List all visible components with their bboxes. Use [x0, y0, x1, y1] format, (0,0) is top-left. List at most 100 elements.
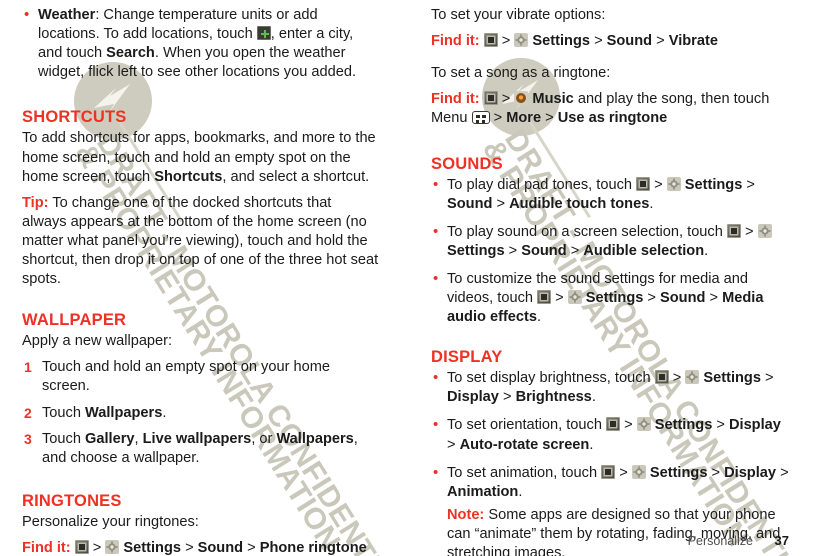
weather-bold-search: Search [106, 45, 155, 62]
path-item-display: Display [724, 464, 777, 481]
footer-section-label: Personalize [687, 534, 753, 548]
tip-text: To change one of the docked shortcuts th… [22, 194, 379, 288]
path-separator: > [711, 464, 721, 481]
bullet-end: . [704, 242, 709, 259]
launcher-icon [654, 370, 669, 385]
path-separator: > [570, 242, 580, 259]
path-separator: > [501, 33, 511, 50]
left-column: Weather: Change temperature units or add… [0, 5, 409, 556]
page-footer: Personalize 37 [0, 533, 818, 548]
list-item: Touch and hold an empty spot on your hom… [22, 358, 379, 396]
step-3-bold-wallpapers: Wallpapers [276, 430, 354, 447]
path-item-settings: Settings [585, 290, 644, 307]
path-item-sound: Sound [606, 33, 653, 50]
settings-gear-icon [666, 176, 681, 191]
tip-label: Tip: [22, 194, 49, 211]
bullet-text: To set orientation, touch [447, 417, 607, 434]
path-separator: > [746, 176, 755, 193]
path-separator: > [545, 110, 554, 127]
launcher-icon [636, 176, 651, 191]
list-item: To set display brightness, touch > Setti… [431, 368, 790, 407]
list-item: To set orientation, touch > Settings > D… [431, 415, 790, 454]
list-item: To play dial pad tones, touch > Settings… [431, 175, 790, 214]
heading-wallpaper: WALLPAPER [22, 311, 127, 330]
list-item: Touch Wallpapers. [22, 404, 379, 423]
launcher-icon [601, 464, 616, 479]
bullet-end: . [649, 195, 654, 212]
list-item: Touch Gallery, Live wallpapers, or Wallp… [22, 430, 379, 468]
launcher-icon [606, 417, 621, 432]
song-ringtone-find-it: Find it: > Music and play the song, then… [431, 90, 790, 128]
step-2-prefix: Touch [42, 404, 85, 421]
sounds-bullet-list: To play dial pad tones, touch > Settings… [431, 175, 790, 328]
heading-ringtones: RINGTONES [22, 491, 122, 510]
path-separator: > [594, 33, 603, 50]
add-plus-icon [256, 26, 271, 41]
settings-gear-icon [685, 370, 700, 385]
path-separator: > [654, 176, 663, 193]
display-bullet-list: To set display brightness, touch > Setti… [431, 368, 790, 556]
shortcuts-para-b: , and select a shortcut. [222, 168, 370, 185]
heading-sounds: SOUNDS [431, 154, 503, 173]
path-separator: > [656, 33, 665, 50]
path-separator: > [508, 242, 518, 259]
manual-page: DRAFT - MOTOROLA CONFIDENTIAL & PROPRIET… [0, 0, 818, 556]
path-separator: > [501, 91, 511, 108]
launcher-icon [726, 223, 741, 238]
music-icon [514, 91, 529, 106]
settings-gear-icon [631, 464, 646, 479]
path-item-display: Display [728, 417, 781, 434]
step-3-sep-b: , or [251, 430, 277, 447]
path-separator: > [672, 370, 682, 387]
page-columns: Weather: Change temperature units or add… [0, 0, 818, 556]
bullet-text: To play dial pad tones, touch [447, 176, 637, 193]
launcher-icon [537, 290, 552, 305]
bullet-text: To set display brightness, touch [447, 370, 655, 387]
wallpaper-intro: Apply a new wallpaper: [22, 333, 173, 350]
path-item-audible-touch-tones: Audible touch tones [509, 195, 650, 212]
find-it-label: Find it: [431, 91, 480, 108]
step-3-bold-live-wallpapers: Live wallpapers [142, 430, 252, 447]
step-2-bold: Wallpapers [85, 404, 163, 421]
settings-gear-icon [636, 417, 651, 432]
path-item-settings: Settings [684, 176, 743, 193]
shortcuts-tip: Tip: To change one of the docked shortcu… [22, 194, 379, 290]
path-item-animation: Animation [447, 483, 519, 500]
path-separator: > [496, 195, 505, 212]
song-ringtone-intro: To set a song as a ringtone: [431, 65, 611, 82]
path-item-brightness: Brightness [515, 389, 592, 406]
path-item-sound: Sound [660, 290, 706, 307]
ringtones-intro: Personalize your ringtones: [22, 513, 199, 530]
shortcuts-bold-shortcuts: Shortcuts [154, 168, 223, 185]
list-item: Weather: Change temperature units or add… [22, 5, 379, 82]
bullet-text: To play sound on a screen selection, tou… [447, 223, 727, 240]
settings-gear-icon [757, 223, 772, 238]
bullet-end: . [537, 309, 542, 326]
bullet-end: . [591, 389, 596, 406]
heading-shortcuts: SHORTCUTS [22, 108, 127, 127]
settings-gear-icon [514, 33, 529, 48]
step-2-suffix: . [162, 404, 167, 421]
heading-display: DISPLAY [431, 348, 503, 367]
display-note: Note: Some apps are designed so that you… [431, 506, 790, 556]
path-item-display: Display [447, 389, 499, 406]
right-column: To set your vibrate options: Find it: > … [409, 6, 818, 556]
bullet-text: To set animation, touch [447, 464, 602, 481]
path-item-audible-selection: Audible selection [583, 242, 705, 259]
note-text: Some apps are designed so that your phon… [447, 506, 781, 556]
list-item: To set animation, touch > Settings > Dis… [431, 463, 790, 502]
step-1-text: Touch and hold an empty spot on your hom… [42, 359, 331, 395]
path-item-settings: Settings [703, 370, 761, 387]
path-item-auto-rotate-screen: Auto-rotate screen [459, 436, 590, 453]
settings-gear-icon [567, 290, 582, 305]
path-separator: > [744, 223, 754, 240]
path-separator: > [716, 417, 725, 434]
weather-bullet-list: Weather: Change temperature units or add… [22, 5, 379, 82]
path-separator: > [647, 290, 656, 307]
path-separator: > [447, 436, 456, 453]
list-item: To customize the sound settings for medi… [431, 269, 790, 327]
path-item-more: More [506, 110, 542, 127]
vibrate-find-it: Find it: > Settings > Sound > Vibrate [431, 32, 790, 51]
path-separator: > [709, 290, 719, 307]
path-separator: > [765, 370, 774, 387]
